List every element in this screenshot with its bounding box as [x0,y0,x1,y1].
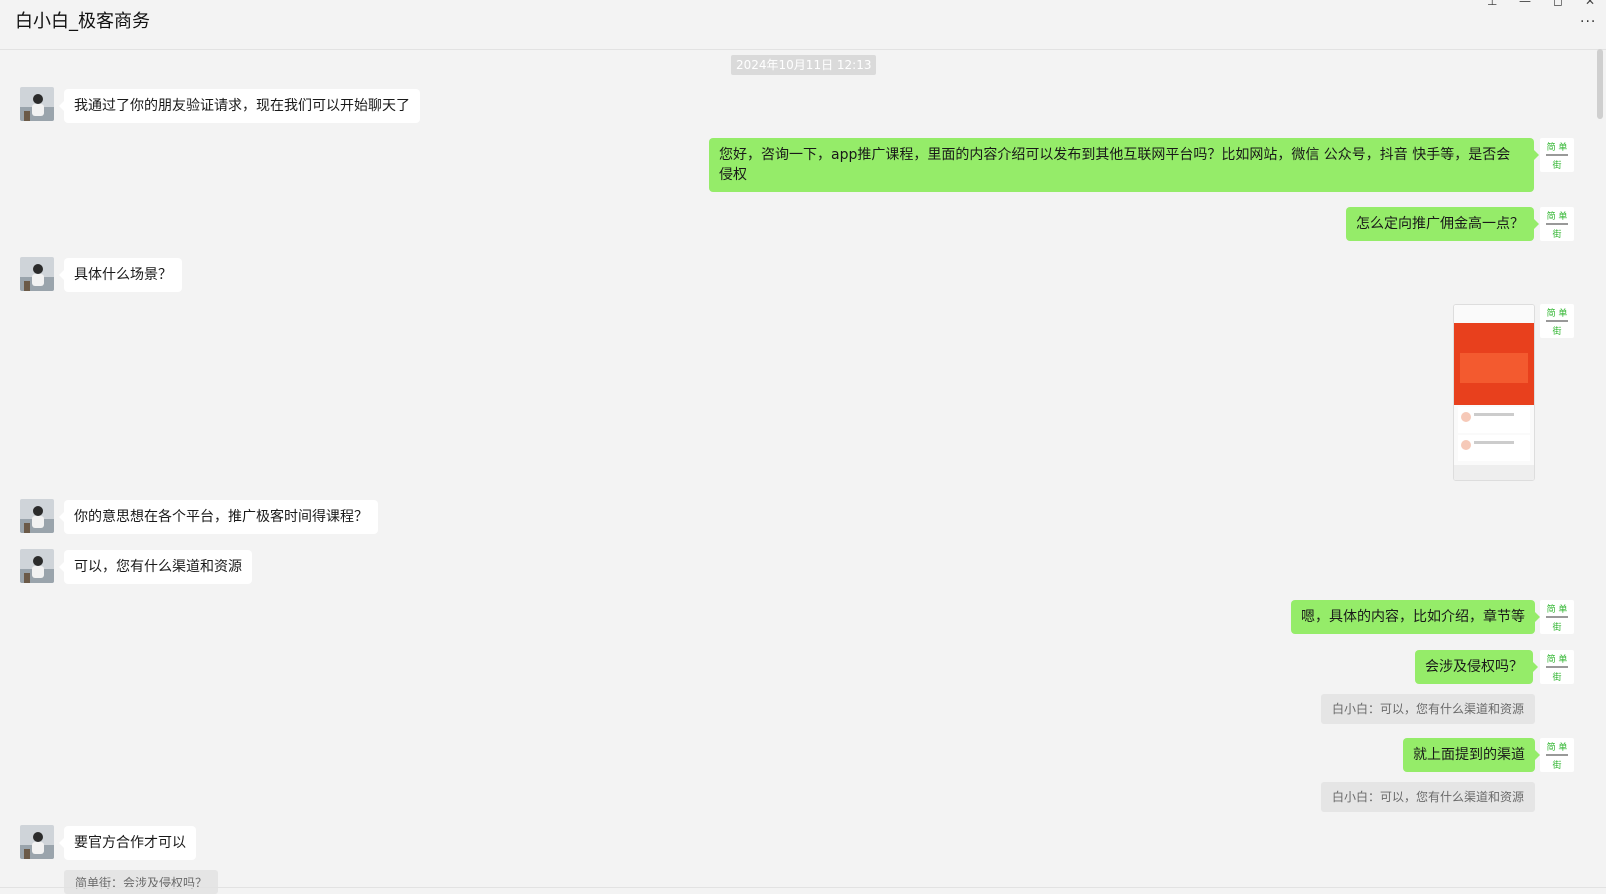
chat-header: 白小白_极客商务 ⊥ — ◻ ✕ ··· [0,0,1606,50]
svg-text:简 单: 简 单 [1547,210,1568,222]
scrollbar[interactable] [1597,49,1603,119]
svg-text:简 单: 简 单 [1547,741,1568,753]
pin-icon[interactable]: ⊥ [1487,0,1497,8]
message-bubble-incoming[interactable]: 具体什么场景？ [59,258,182,292]
self-avatar[interactable]: 简 单街 [1540,138,1574,172]
close-icon[interactable]: ✕ [1585,0,1595,8]
message-bubble-outgoing[interactable]: 您好，咨询一下，app推广课程，里面的内容介绍可以发布到其他互联网平台吗？比如网… [709,138,1539,192]
svg-text:简 单: 简 单 [1547,307,1568,319]
chat-title: 白小白_极客商务 [15,11,150,32]
svg-text:街: 街 [1552,671,1561,683]
message-bubble-incoming[interactable]: 你的意思想在各个平台，推广极客时间得课程？ [59,500,378,534]
svg-text:街: 街 [1552,759,1561,771]
contact-avatar[interactable] [20,87,54,121]
self-avatar[interactable]: 简 单街 [1540,650,1574,684]
contact-avatar[interactable] [20,825,54,859]
maximize-icon[interactable]: ◻ [1553,0,1563,8]
message-bubble-incoming[interactable]: 要官方合作才可以 [59,826,196,860]
svg-text:街: 街 [1552,228,1561,240]
contact-avatar[interactable] [20,499,54,533]
message-bubble-outgoing[interactable]: 嗯，具体的内容，比如介绍，章节等 [1291,600,1540,634]
self-avatar[interactable]: 简 单街 [1540,600,1574,634]
message-bubble-incoming[interactable]: 可以，您有什么渠道和资源 [59,550,252,584]
svg-text:街: 街 [1552,621,1561,633]
more-options-icon[interactable]: ··· [1580,14,1596,30]
self-avatar[interactable]: 简 单街 [1540,304,1574,338]
contact-avatar[interactable] [20,549,54,583]
message-bubble-outgoing[interactable]: 就上面提到的渠道 [1403,738,1540,772]
divider [0,887,1606,888]
svg-text:街: 街 [1552,159,1561,171]
svg-text:简 单: 简 单 [1547,653,1568,665]
quoted-reply[interactable]: 白小白：可以，您有什么渠道和资源 [1321,782,1536,812]
contact-avatar[interactable] [20,257,54,291]
svg-text:简 单: 简 单 [1547,141,1568,153]
self-avatar[interactable]: 简 单街 [1540,207,1574,241]
quoted-reply[interactable]: 白小白：可以，您有什么渠道和资源 [1321,694,1536,724]
message-bubble-incoming[interactable]: 我通过了你的朋友验证请求，现在我们可以开始聊天了 [59,89,420,123]
svg-text:街: 街 [1552,325,1561,337]
self-avatar[interactable]: 简 单街 [1540,738,1574,772]
quoted-reply[interactable]: 简单街：会涉及侵权吗？ [64,870,219,894]
message-bubble-outgoing[interactable]: 会涉及侵权吗？ [1415,650,1538,684]
minimize-icon[interactable]: — [1519,0,1531,8]
image-message[interactable] [1453,304,1535,481]
message-timestamp: 2024年10月11日 12:13 [731,55,877,75]
svg-text:简 单: 简 单 [1547,603,1568,615]
message-bubble-outgoing[interactable]: 怎么定向推广佣金高一点？ [1346,207,1539,241]
